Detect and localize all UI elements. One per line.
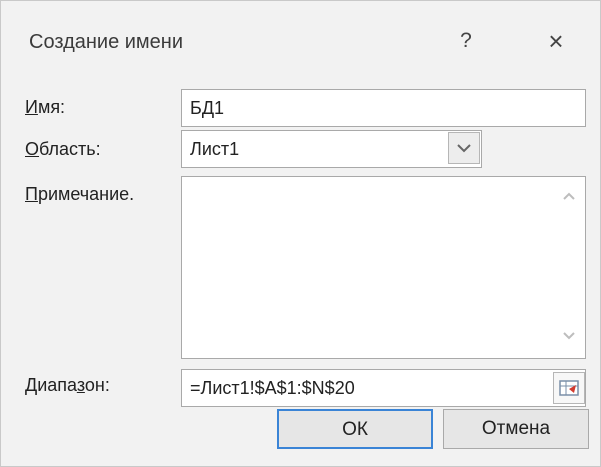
name-input[interactable]: БД1 (181, 89, 586, 127)
ok-button[interactable]: ОК (277, 409, 433, 449)
name-label: Имя: (25, 97, 65, 118)
comment-scrollbar[interactable] (553, 177, 585, 358)
cancel-button[interactable]: Отмена (443, 409, 589, 449)
scroll-down-icon[interactable] (553, 329, 585, 345)
close-button[interactable]: × (539, 25, 573, 57)
range-label-pre: Диапа (25, 375, 77, 395)
range-collapse-button[interactable] (553, 372, 585, 404)
comment-label-accel: П (25, 184, 38, 204)
comment-textarea[interactable] (181, 176, 586, 359)
scope-label: Область: (25, 139, 101, 160)
scope-dropdown-button[interactable] (448, 132, 480, 164)
range-label-post: он: (84, 375, 110, 395)
comment-label-text: римечание. (37, 184, 135, 204)
scroll-up-icon[interactable] (553, 189, 585, 205)
range-label: Диапазон: (25, 375, 110, 396)
scope-select[interactable]: Лист1 (181, 130, 482, 168)
chevron-down-icon (457, 144, 471, 153)
name-label-text: мя: (37, 97, 66, 117)
range-label-accel: з (76, 375, 85, 395)
comment-label: Примечание. (25, 184, 134, 205)
range-select-icon (559, 380, 579, 396)
create-name-dialog: Создание имени ? × Имя: БД1 Область: Лис… (0, 0, 601, 467)
help-button[interactable]: ? (453, 27, 479, 55)
scope-label-text: бласть: (39, 139, 101, 159)
range-input[interactable]: =Лист1!$A$1:$N$20 (181, 369, 586, 407)
name-label-accel: И (25, 97, 38, 117)
dialog-title: Создание имени (29, 31, 184, 53)
scope-label-accel: О (25, 139, 40, 159)
